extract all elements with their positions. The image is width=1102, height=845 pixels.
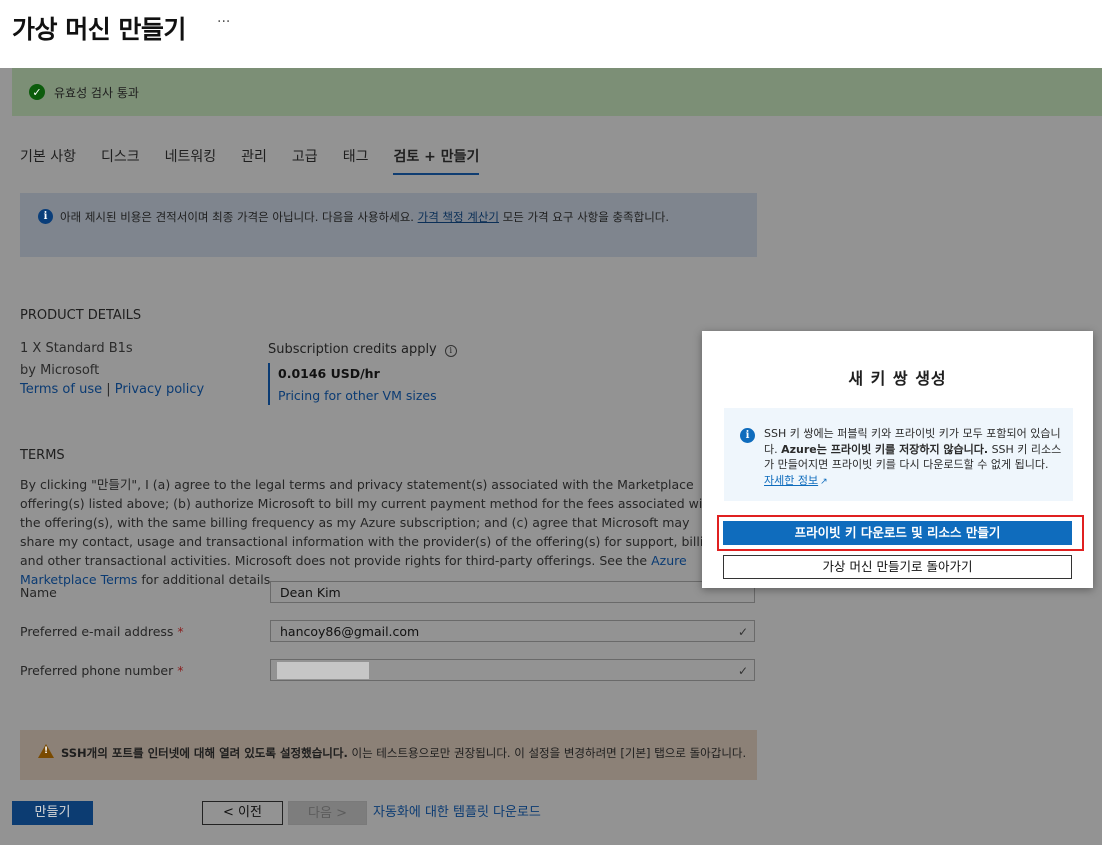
next-button[interactable]: 다음 > [288,801,367,825]
validation-text: 유효성 검사 통과 [54,85,139,100]
pricing-other-sizes-link[interactable]: Pricing for other VM sizes [278,388,437,403]
redacted-phone-value [277,662,369,679]
link-separator: | [102,382,115,397]
check-icon: ✓ [737,664,748,678]
dialog-info-bold: Azure는 프라이빗 키를 저장하지 않습니다. [781,442,989,456]
info-icon: i [38,209,53,224]
dialog-info-box: i SSH 키 쌍에는 퍼블릭 키와 프라이빗 키가 모두 포함되어 있습니다.… [724,408,1073,501]
info-text-after: 모든 가격 요구 사항을 충족합니다. [502,210,670,224]
checkmark-icon: ✓ [29,84,45,100]
product-publisher: by Microsoft [20,363,100,378]
tab-tags[interactable]: 태그 [343,146,369,175]
validation-banner: ✓ 유효성 검사 통과 [12,68,1102,116]
pricing-info-box: i 아래 제시된 비용은 견적서이며 최종 가격은 아닙니다. 다음을 사용하세… [20,193,757,257]
footer-bar: 만들기 < 이전 다음 > 자동화에 대한 템플릿 다운로드 [0,780,1102,845]
download-private-key-button[interactable]: 프라이빗 키 다운로드 및 리소스 만들기 [723,521,1072,545]
page-header: 가상 머신 만들기 ··· [0,0,1102,68]
product-details-heading: PRODUCT DETAILS [20,308,142,323]
name-value: Dean Kim [280,585,341,600]
name-field[interactable]: Dean Kim [270,581,755,603]
warning-text: SSH개의 포트를 인터넷에 대해 열려 있도록 설정했습니다. 이는 테스트용… [61,745,751,761]
subscription-credits: Subscription credits apply i [268,342,457,357]
dialog-title: 새 키 쌍 생성 [848,369,947,388]
download-template-link[interactable]: 자동화에 대한 템플릿 다운로드 [373,801,541,820]
email-value: hancoy86@gmail.com [280,624,420,639]
external-link-icon: ↗ [820,476,828,487]
phone-label-text: Preferred phone number [20,663,174,678]
pricing-calculator-link[interactable]: 가격 책정 계산기 [418,210,499,224]
product-name: 1 X Standard B1s [20,341,133,356]
info-icon: i [740,428,755,443]
create-button[interactable]: 만들기 [12,801,93,825]
check-icon: ✓ [737,625,748,639]
previous-button[interactable]: < 이전 [202,801,283,825]
phone-label: Preferred phone number * [20,663,183,678]
info-circle-icon[interactable]: i [444,345,457,357]
warning-body: 이는 테스트용으로만 권장됩니다. 이 설정을 변경하려면 [기본] 탭으로 돌… [351,746,747,760]
page-title: 가상 머신 만들기 [12,15,186,44]
tab-advanced[interactable]: 고급 [292,146,318,175]
email-label: Preferred e-mail address * [20,624,184,639]
tab-management[interactable]: 관리 [241,146,267,175]
tab-disks[interactable]: 디스크 [101,146,140,175]
terms-body: By clicking "만들기", I (a) agree to the le… [20,477,720,568]
name-label: Name [20,585,57,600]
warning-icon: ! [38,744,54,758]
more-options-icon[interactable]: ··· [217,14,230,30]
required-marker: * [177,663,184,678]
tab-basics[interactable]: 기본 사항 [20,146,76,175]
return-to-create-vm-button[interactable]: 가상 머신 만들기로 돌아가기 [723,555,1072,579]
terms-text: By clicking "만들기", I (a) agree to the le… [20,475,720,589]
credits-text: Subscription credits apply [268,342,437,357]
email-field[interactable]: hancoy86@gmail.com ✓ [270,620,755,642]
terms-heading: TERMS [20,448,65,463]
privacy-policy-link[interactable]: Privacy policy [115,382,204,397]
tab-networking[interactable]: 네트워킹 [165,146,217,175]
price-value: 0.0146 USD/hr [278,366,380,381]
learn-more-link[interactable]: 자세한 정보 [764,474,818,487]
product-links: Terms of use | Privacy policy [20,382,204,397]
dialog-info-text: SSH 키 쌍에는 퍼블릭 키와 프라이빗 키가 모두 포함되어 있습니다. A… [764,426,1062,490]
warning-bold: SSH개의 포트를 인터넷에 대해 열려 있도록 설정했습니다. [61,746,348,760]
phone-field[interactable]: ✓ [270,659,755,681]
info-text-before: 아래 제시된 비용은 견적서이며 최종 가격은 아닙니다. 다음을 사용하세요. [60,210,414,224]
pricing-info-text: 아래 제시된 비용은 견적서이며 최종 가격은 아닙니다. 다음을 사용하세요.… [60,209,669,225]
terms-end: for additional details. [141,572,275,587]
generate-key-pair-dialog: 새 키 쌍 생성 i SSH 키 쌍에는 퍼블릭 키와 프라이빗 키가 모두 포… [702,331,1093,588]
price-box: 0.0146 USD/hr Pricing for other VM sizes [268,363,437,405]
tab-bar: 기본 사항 디스크 네트워킹 관리 고급 태그 검토 + 만들기 [20,146,504,175]
email-label-text: Preferred e-mail address [20,624,174,639]
tab-review-create[interactable]: 검토 + 만들기 [393,146,480,175]
terms-of-use-link[interactable]: Terms of use [20,382,102,397]
ssh-warning-box: ! SSH개의 포트를 인터넷에 대해 열려 있도록 설정했습니다. 이는 테스… [20,730,757,780]
required-marker: * [177,624,184,639]
